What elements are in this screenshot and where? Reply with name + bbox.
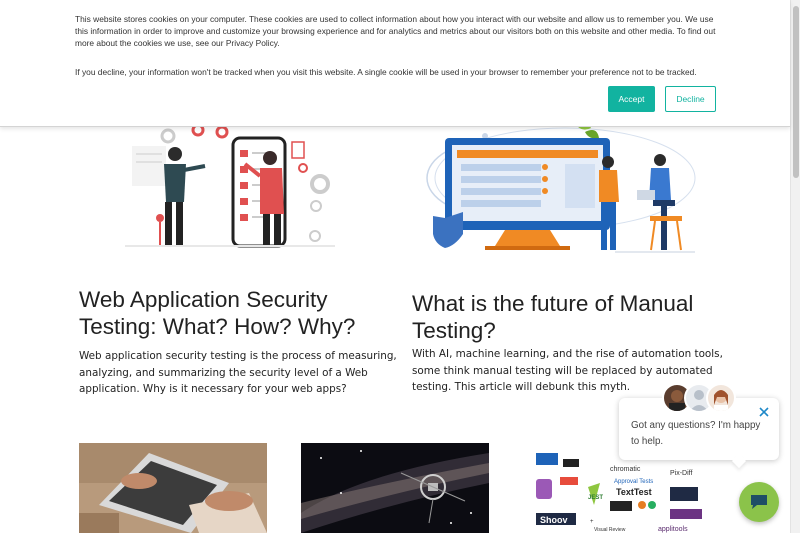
logo-applitools: applitools <box>658 526 688 533</box>
page: Web Application Security Testing: What? … <box>0 0 800 533</box>
logo-chromatic: chromatic <box>610 466 641 473</box>
logo-texttest: TextTest <box>616 487 652 497</box>
chat-launcher-button[interactable] <box>739 482 779 522</box>
chat-bubble-tail <box>731 453 747 469</box>
support-agent-avatars <box>662 383 738 415</box>
scrollbar-thumb[interactable] <box>793 6 799 178</box>
article-thumbnail-space[interactable] <box>301 443 489 533</box>
chat-icon <box>751 495 767 509</box>
article-title-manual-testing[interactable]: What is the future of Manual Testing? <box>412 290 732 344</box>
logo-shoov: Shoov <box>540 515 568 525</box>
cookie-notice-text: This website stores cookies on your comp… <box>75 14 716 48</box>
page-scrollbar[interactable] <box>790 0 800 533</box>
article-description-security: Web application security testing is the … <box>79 350 397 395</box>
accept-cookies-button[interactable]: Accept <box>608 86 655 112</box>
security-testing-illustration <box>120 118 340 253</box>
logo-jest: JEST <box>588 495 603 501</box>
avatar <box>706 383 736 413</box>
decline-cookies-button[interactable]: Decline <box>665 86 716 112</box>
cookie-decline-info-text: If you decline, your information won't b… <box>75 67 697 77</box>
article-thumbnail-laptop[interactable] <box>79 443 267 533</box>
logo-approval-tests: Approval Tests <box>614 479 653 485</box>
logo-visual-review: Visual Review <box>594 527 626 533</box>
article-title-security[interactable]: Web Application Security Testing: What? … <box>79 286 399 340</box>
chat-prompt-message: Got any questions? I'm happy to help. <box>631 420 761 447</box>
svg-text:+: + <box>590 519 594 525</box>
logo-pix-diff: Pix-Diff <box>670 470 692 477</box>
manual-testing-illustration <box>425 118 700 258</box>
cookie-banner: This website stores cookies on your comp… <box>0 0 790 127</box>
close-icon[interactable] <box>757 405 771 419</box>
